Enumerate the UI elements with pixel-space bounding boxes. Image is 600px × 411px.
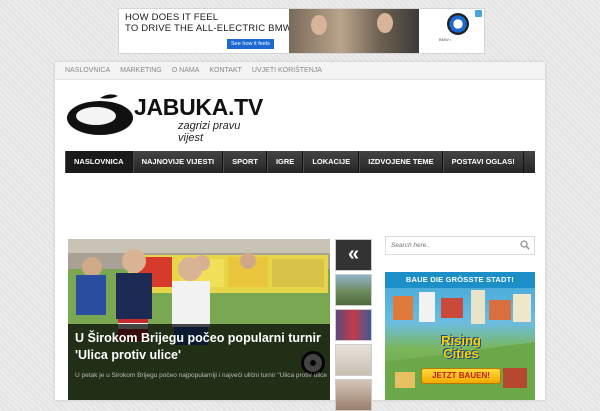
main-nav-lokacije[interactable]: LOKACIJE [303,151,360,173]
main-nav-najnovije-vijesti[interactable]: NAJNOVIJE VIJESTI [132,151,224,173]
thumbnail-crowd[interactable] [335,309,372,341]
top-nav-naslovnica[interactable]: NASLOVNICA [55,62,115,79]
ad-headline-line2: TO DRIVE THE ALL-ELECTRIC BMW i3? [125,23,309,34]
thumbnail-hand[interactable] [335,344,372,376]
ad-headline: HOW DOES IT FEEL TO DRIVE THE ALL-ELECTR… [125,12,308,34]
ad-see-how-button[interactable]: See how it feels [227,39,274,49]
bmw-brand-tag: BMW i [439,37,451,42]
site-logo[interactable]: JABUKA.TV zagrizi pravu vijest [66,92,266,144]
top-nav-marketing[interactable]: MARKETING [115,62,167,79]
search-icon[interactable] [520,240,530,250]
logo-title: JABUKA.TV [134,94,263,120]
main-nav-postavi-oglas[interactable]: POSTAVI OGLAS! [442,151,524,173]
page-container: NASLOVNICA MARKETING O NAMA KONTAKT UVJE… [55,62,545,411]
featured-excerpt: U petak je u Širokom Brijegu počeo najpo… [75,372,327,379]
main-nav: NASLOVNICA NAJNOVIJE VIJESTI SPORT IGRE … [65,151,535,173]
slider-caption: U Širokom Brijegu počeo popularni turnir… [68,324,330,400]
thumbnail-portrait[interactable] [335,379,372,411]
top-nav-o-nama[interactable]: O NAMA [167,62,205,79]
ad-photo [289,9,419,53]
main-nav-igre[interactable]: IGRE [266,151,304,173]
side-ad-game-title-line2: Cities [443,346,479,361]
main-nav-sport[interactable]: SPORT [223,151,267,173]
slider-prev-button[interactable]: « [335,239,372,271]
adchoices-icon[interactable] [475,10,482,17]
search-box [385,236,535,255]
logo-tagline: zagrizi pravu vijest [178,120,241,144]
top-banner-ad[interactable]: HOW DOES IT FEEL TO DRIVE THE ALL-ELECTR… [118,8,485,54]
featured-title[interactable]: U Širokom Brijegu počeo popularni turnir… [75,330,325,364]
top-nav-kontakt[interactable]: KONTAKT [204,62,247,79]
side-ad-game-title: Rising Cities [413,334,509,360]
main-nav-izdvojene-teme[interactable]: IZDVOJENE TEME [359,151,443,173]
apple-logo-icon [67,94,133,135]
thumbnail-cyclist[interactable] [335,274,372,306]
side-ad-cta-button[interactable]: JETZT BAUEN! [421,368,501,384]
top-nav: NASLOVNICA MARKETING O NAMA KONTAKT UVJE… [55,62,545,80]
sidebar-ad-rising-cities[interactable]: BAUE DIE GRÖSSTE STADT! Rising Cities JE… [385,272,535,400]
bmw-logo-icon [447,13,469,35]
search-input[interactable] [386,237,524,254]
main-nav-naslovnica[interactable]: NASLOVNICA [65,151,133,173]
ad-headline-line1: HOW DOES IT FEEL [125,12,219,23]
featured-slider[interactable]: U Širokom Brijegu počeo popularni turnir… [68,239,330,400]
top-nav-uvjeti[interactable]: UVJETI KORIŠTENJA [247,62,327,79]
